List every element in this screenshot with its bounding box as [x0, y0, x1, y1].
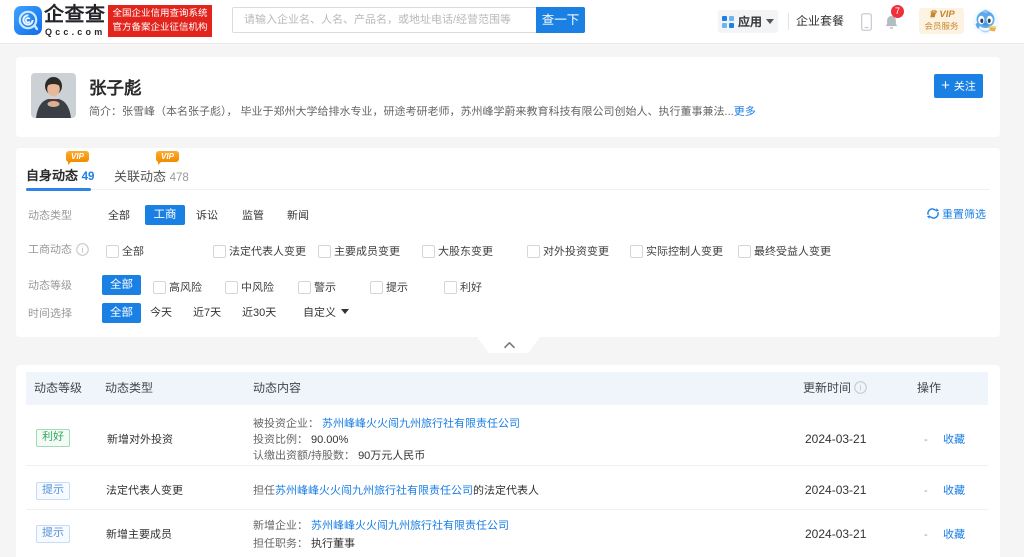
svg-text:i: i — [82, 244, 84, 254]
svg-text:i: i — [860, 382, 862, 392]
